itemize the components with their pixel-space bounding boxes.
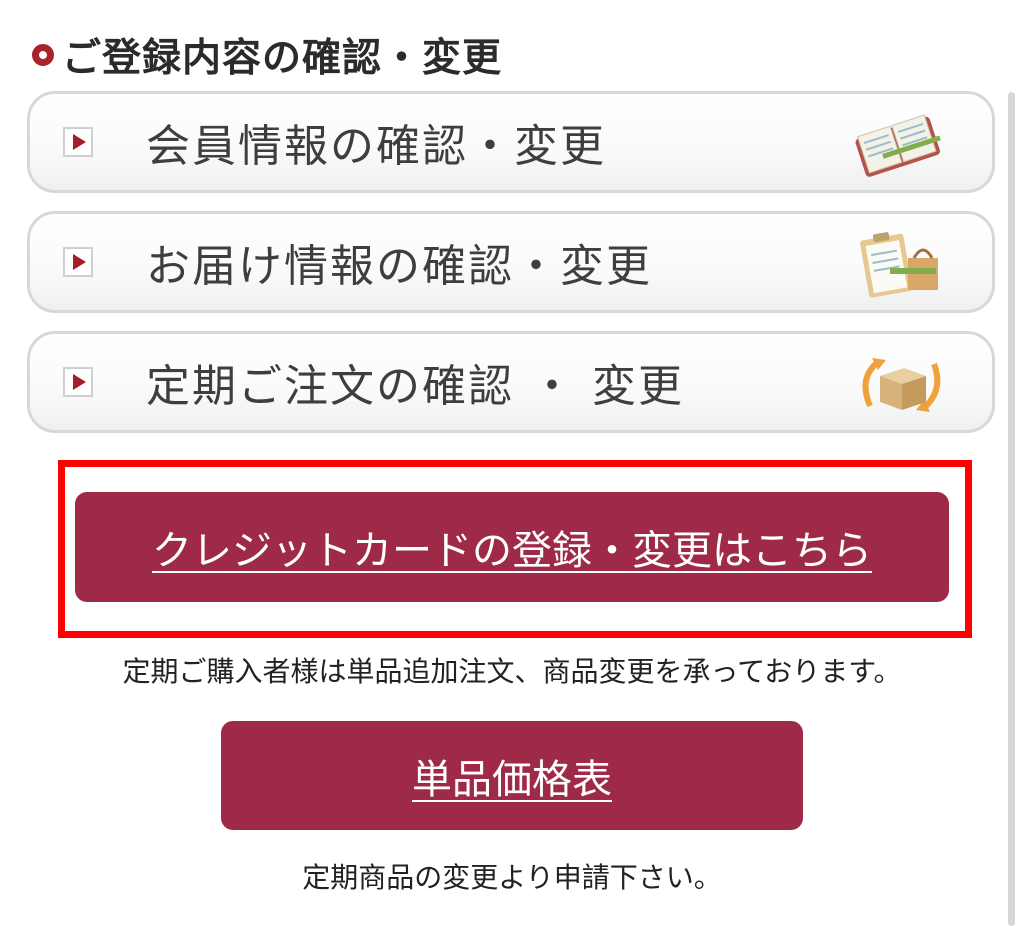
arrow-right-icon xyxy=(63,367,93,397)
member-info-label: 会員情報の確認・変更 xyxy=(146,121,606,172)
arrow-right-icon xyxy=(63,127,93,157)
apply-note: 定期商品の変更より申請下さい。 xyxy=(302,861,722,894)
arrow-right-icon xyxy=(63,247,93,277)
price-table-link[interactable]: 単品価格表 xyxy=(412,747,612,805)
clipboard-bag-icon xyxy=(860,232,938,298)
delivery-info-label: お届け情報の確認・変更 xyxy=(146,241,652,292)
subscription-order-label: 定期ご注文の確認 ・ 変更 xyxy=(146,361,684,412)
circle-bullet-icon xyxy=(32,44,54,66)
credit-card-link[interactable]: クレジットカードの登録・変更はこちら xyxy=(152,518,872,576)
subscriber-note: 定期ご購入者様は単品追加注文、商品変更を承っております。 xyxy=(122,655,902,688)
delivery-info-button[interactable]: お届け情報の確認・変更 xyxy=(27,211,995,313)
box-refresh-icon xyxy=(862,358,941,412)
price-table-button[interactable]: 単品価格表 xyxy=(221,721,803,830)
member-info-button[interactable]: 会員情報の確認・変更 xyxy=(27,91,995,193)
section-heading: ご登録内容の確認・変更 xyxy=(32,26,502,84)
subscription-order-button[interactable]: 定期ご注文の確認 ・ 変更 xyxy=(27,331,995,433)
credit-card-button[interactable]: クレジットカードの登録・変更はこちら xyxy=(75,492,949,602)
section-title: ご登録内容の確認・変更 xyxy=(62,36,503,81)
notebook-icon xyxy=(855,114,941,177)
scrollbar[interactable] xyxy=(1008,92,1015,926)
